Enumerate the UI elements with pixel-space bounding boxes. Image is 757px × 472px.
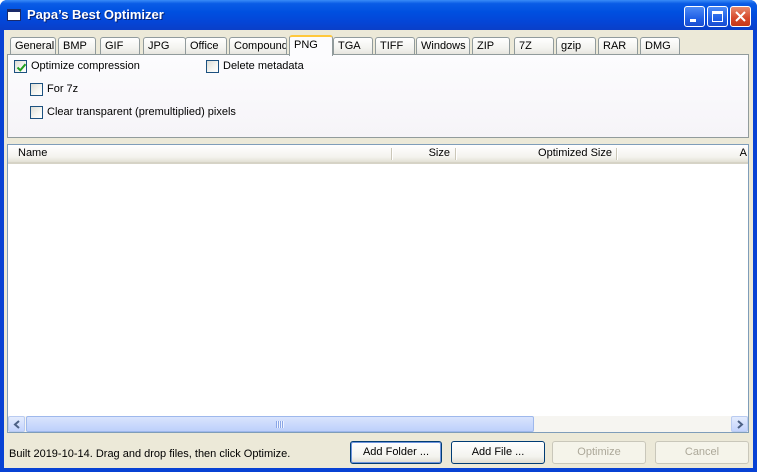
for-7z-checkbox[interactable]: For 7z — [30, 83, 110, 97]
column-divider[interactable] — [391, 148, 393, 160]
checkbox-box — [206, 60, 219, 73]
cancel-button[interactable]: Cancel — [655, 441, 749, 464]
column-header-a[interactable]: A — [619, 145, 748, 162]
scroll-thumb[interactable] — [26, 416, 534, 432]
add-file-button[interactable]: Add File ... — [451, 441, 545, 464]
optimize-button[interactable]: Optimize — [552, 441, 646, 464]
horizontal-scrollbar[interactable] — [8, 416, 748, 432]
tab-compound[interactable]: Compound — [229, 37, 287, 55]
tab-7z[interactable]: 7Z — [514, 37, 554, 55]
close-icon — [735, 11, 746, 22]
maximize-button[interactable] — [707, 6, 728, 27]
app-window-icon — [7, 9, 21, 21]
checkbox-box — [30, 83, 43, 96]
scroll-left-button[interactable] — [8, 416, 25, 432]
add-folder-button[interactable]: Add Folder ... — [350, 441, 442, 464]
tab-dmg[interactable]: DMG — [640, 37, 680, 55]
column-divider[interactable] — [616, 148, 618, 160]
scroll-right-button[interactable] — [731, 416, 748, 432]
tab-office[interactable]: Office — [185, 37, 227, 55]
grip-icon — [276, 421, 284, 428]
delete-metadata-checkbox[interactable]: Delete metadata — [206, 60, 326, 74]
title-bar[interactable]: Papa’s Best Optimizer — [0, 0, 757, 30]
minimize-icon — [690, 19, 696, 22]
tab-png[interactable]: PNG — [289, 35, 333, 56]
tab-jpg[interactable]: JPG — [143, 37, 186, 55]
maximize-icon — [712, 11, 723, 22]
for-7z-label: For 7z — [47, 83, 79, 95]
client-area: General BMP GIF JPG Office Compound PNG … — [4, 30, 753, 468]
clear-transparent-checkbox[interactable]: Clear transparent (premultiplied) pixels — [30, 106, 270, 120]
tab-zip[interactable]: ZIP — [472, 37, 510, 55]
delete-metadata-label: Delete metadata — [223, 60, 304, 72]
column-divider[interactable] — [455, 148, 457, 160]
window-title: Papa’s Best Optimizer — [27, 7, 164, 22]
checkbox-box — [14, 60, 27, 73]
status-text: Built 2019-10-14. Drag and drop files, t… — [9, 448, 291, 460]
optimize-compression-label: Optimize compression — [31, 60, 140, 72]
clear-transparent-label: Clear transparent (premultiplied) pixels — [47, 106, 236, 118]
chevron-left-icon — [13, 420, 20, 429]
tab-general[interactable]: General — [10, 37, 56, 55]
tab-windows[interactable]: Windows — [416, 37, 470, 55]
tab-tga[interactable]: TGA — [333, 37, 373, 55]
column-header-size[interactable]: Size — [394, 145, 450, 162]
optimize-compression-checkbox[interactable]: Optimize compression — [14, 60, 164, 74]
minimize-button[interactable] — [684, 6, 705, 27]
column-header-name[interactable]: Name — [18, 145, 378, 162]
file-list[interactable]: Name Size Optimized Size A — [7, 144, 749, 433]
checkmark-icon — [16, 63, 27, 72]
chevron-right-icon — [737, 420, 744, 429]
app-window: Papa’s Best Optimizer General BMP GIF JP… — [0, 0, 757, 472]
list-header: Name Size Optimized Size A — [8, 145, 748, 164]
tab-tiff[interactable]: TIFF — [375, 37, 415, 55]
png-options-panel: Optimize compression Delete metadata For… — [7, 54, 749, 138]
checkbox-box — [30, 106, 43, 119]
tab-gif[interactable]: GIF — [100, 37, 140, 55]
column-header-optimized-size[interactable]: Optimized Size — [458, 145, 612, 162]
tab-bmp[interactable]: BMP — [58, 37, 96, 55]
tab-gzip[interactable]: gzip — [556, 37, 596, 55]
tab-rar[interactable]: RAR — [598, 37, 638, 55]
close-button[interactable] — [730, 6, 751, 27]
